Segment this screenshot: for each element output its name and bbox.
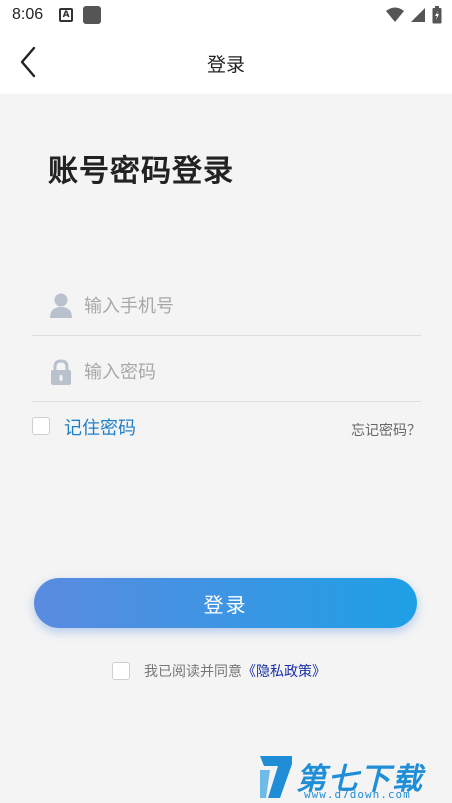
watermark-logo-icon — [260, 756, 292, 798]
remember-row: 记住密码 忘记密码？ — [32, 412, 421, 442]
wifi-icon — [386, 7, 404, 22]
forgot-password-link[interactable]: 忘记密码？ — [351, 420, 421, 440]
notification-square-icon — [83, 6, 102, 24]
privacy-policy-link[interactable]: 《隐私政策》 — [242, 661, 326, 681]
remember-checkbox[interactable] — [32, 417, 50, 435]
status-bar: 8:06 A — [0, 0, 452, 30]
login-button[interactable]: 登录 — [34, 578, 417, 628]
watermark: 第七下载站 www.d7down.com — [256, 752, 452, 803]
agree-checkbox[interactable] — [112, 662, 130, 680]
page-title: 账号密码登录 — [48, 154, 234, 189]
app-header: 登录 — [0, 30, 452, 94]
watermark-url: www.d7down.com — [304, 788, 411, 801]
battery-icon — [432, 6, 442, 24]
agree-text: 我已阅读并同意 — [144, 664, 242, 680]
phone-input[interactable] — [84, 290, 404, 322]
password-field — [32, 342, 421, 402]
signal-icon — [411, 8, 425, 22]
remember-label[interactable]: 记住密码 — [64, 414, 136, 440]
status-icons — [386, 6, 442, 24]
status-time: 8:06 — [12, 6, 44, 23]
user-icon — [48, 292, 74, 320]
agreement-row: 我已阅读并同意 《隐私政策》 — [112, 659, 326, 683]
header-title: 登录 — [206, 54, 245, 76]
lock-icon — [48, 358, 74, 386]
app-notification-icon: A — [59, 8, 74, 22]
phone-field — [32, 276, 421, 336]
password-input[interactable] — [84, 356, 404, 388]
